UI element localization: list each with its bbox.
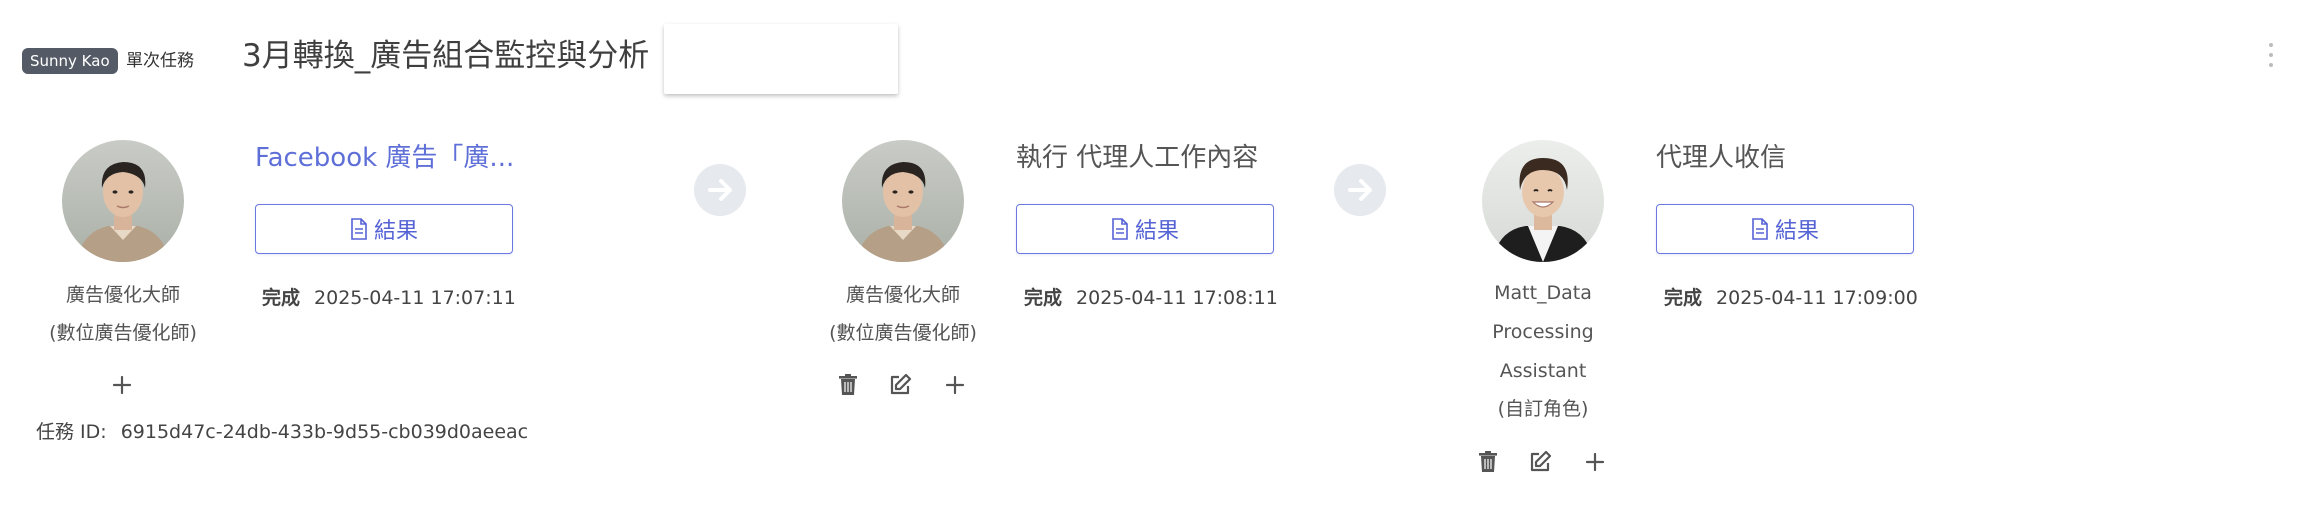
- agent-name: 廣告優化大師: [845, 284, 960, 306]
- trash-icon[interactable]: [834, 371, 862, 399]
- title-dropdown-panel: [664, 24, 898, 94]
- plus-icon[interactable]: [941, 371, 969, 399]
- step-title: 代理人收信: [1656, 143, 1787, 173]
- result-label: 結果: [1774, 219, 1819, 244]
- edit-icon[interactable]: [1526, 448, 1554, 476]
- timestamp: 2025-04-11 17:08:11: [1076, 287, 1278, 309]
- agent-avatar: [842, 140, 964, 262]
- agent-name: 廣告優化大師: [65, 284, 180, 306]
- plus-icon[interactable]: [1581, 448, 1609, 476]
- step-title: 執行 代理人工作內容: [1016, 143, 1259, 173]
- timestamp: 2025-04-11 17:07:11: [314, 287, 516, 309]
- step-status: 完成 2025-04-11 17:08:11: [1024, 284, 1278, 312]
- document-icon: [1752, 218, 1768, 240]
- task-id: 任務 ID: 6915d47c-24db-433b-9d55-cb039d0aee…: [36, 418, 528, 446]
- agent-role: (自訂角色): [1497, 398, 1589, 420]
- result-label: 結果: [373, 219, 418, 244]
- task-type-label: 單次任務: [126, 51, 194, 71]
- more-vertical-icon[interactable]: [2264, 40, 2278, 70]
- agent-name-line: Matt_Data: [1494, 282, 1592, 304]
- agent-avatar: [62, 140, 184, 262]
- status-text: 完成: [1664, 287, 1703, 309]
- result-button[interactable]: 結果: [1656, 204, 1914, 254]
- status-text: 完成: [262, 287, 301, 309]
- agent-name-line: Processing: [1492, 321, 1594, 343]
- page-title[interactable]: 3月轉換_廣告組合監控與分析: [242, 34, 649, 78]
- arrow-right-circle-icon: [1334, 164, 1386, 216]
- trash-icon[interactable]: [1474, 448, 1502, 476]
- result-button[interactable]: 結果: [255, 204, 513, 254]
- plus-icon[interactable]: [108, 371, 136, 399]
- result-label: 結果: [1134, 219, 1179, 244]
- timestamp: 2025-04-11 17:09:00: [1716, 287, 1918, 309]
- arrow-right-circle-icon: [694, 164, 746, 216]
- status-text: 完成: [1024, 287, 1063, 309]
- agent-role: (數位廣告優化師): [49, 322, 197, 344]
- agent-name: Matt_Data Processing Assistant: [1423, 274, 1663, 391]
- task-id-label: 任務 ID:: [36, 421, 107, 443]
- task-id-value: 6915d47c-24db-433b-9d55-cb039d0aeeac: [120, 421, 529, 443]
- edit-icon[interactable]: [886, 371, 914, 399]
- step-status: 完成 2025-04-11 17:09:00: [1664, 284, 1918, 312]
- owner-badge: Sunny Kao: [22, 48, 118, 74]
- document-icon: [351, 218, 367, 240]
- agent-avatar: [1482, 140, 1604, 262]
- step-title-link[interactable]: Facebook 廣告「廣...: [255, 140, 514, 176]
- agent-name-line: Assistant: [1499, 360, 1587, 382]
- result-button[interactable]: 結果: [1016, 204, 1274, 254]
- step-status: 完成 2025-04-11 17:07:11: [262, 284, 516, 312]
- document-icon: [1112, 218, 1128, 240]
- agent-role: (數位廣告優化師): [829, 322, 977, 344]
